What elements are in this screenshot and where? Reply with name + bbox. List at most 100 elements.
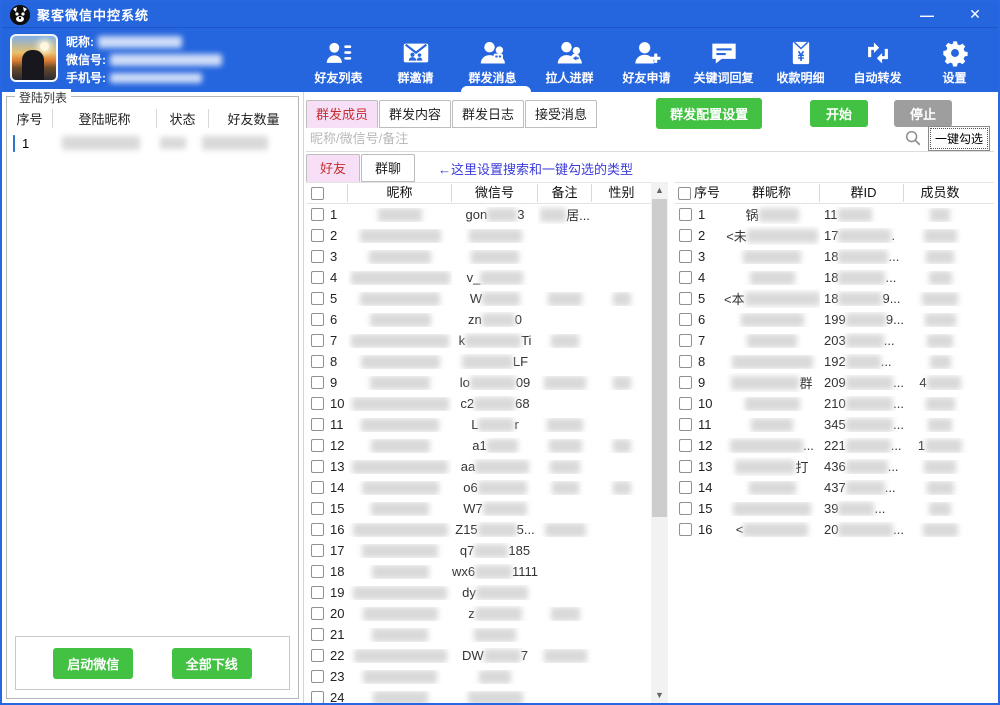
friend-row[interactable]: 3 [306,246,651,267]
row-checkbox[interactable] [311,691,324,703]
toolbar-item-friend-request[interactable]: 好友申请 [608,35,685,86]
row-checkbox[interactable] [311,523,324,536]
friend-row[interactable]: 9 lo09 [306,372,651,393]
friend-row[interactable]: 5 W [306,288,651,309]
row-checkbox[interactable] [311,313,324,326]
row-checkbox[interactable] [311,502,324,515]
group-row[interactable]: 2 <未 17. [674,225,994,246]
friend-row[interactable]: 10 c268 [306,393,651,414]
all-offline-button[interactable]: 全部下线 [172,648,252,679]
group-row[interactable]: 14 437... [674,477,994,498]
friend-row[interactable]: 14 o6 [306,477,651,498]
friend-row[interactable]: 4 v_ [306,267,651,288]
group-row[interactable]: 12 ... 221... 1 [674,435,994,456]
friends-select-all-checkbox[interactable] [311,187,324,200]
subtab-friends[interactable]: 好友 [306,154,360,182]
row-checkbox[interactable] [679,292,692,305]
login-row[interactable]: 1 [7,131,298,155]
row-checkbox[interactable] [679,418,692,431]
friend-row[interactable]: 1 gon3 居... [306,204,651,225]
close-button[interactable]: ✕ [960,6,990,23]
tab-mass-send-content[interactable]: 群发内容 [379,100,451,128]
row-checkbox[interactable] [679,271,692,284]
tab-mass-send-log[interactable]: 群发日志 [452,100,524,128]
row-checkbox[interactable] [311,292,324,305]
group-row[interactable]: 6 1999... [674,309,994,330]
row-checkbox[interactable] [679,439,692,452]
group-row[interactable]: 15 39... [674,498,994,519]
group-row[interactable]: 11 345... [674,414,994,435]
group-row[interactable]: 3 18... [674,246,994,267]
row-checkbox[interactable] [311,565,324,578]
friend-row[interactable]: 7 kTi [306,330,651,351]
friend-row[interactable]: 18 wx61111 [306,561,651,582]
start-wechat-button[interactable]: 启动微信 [53,648,133,679]
toolbar-item-friends-list[interactable]: 好友列表 [300,35,377,86]
row-checkbox[interactable] [311,376,324,389]
minimize-button[interactable]: — [912,7,942,23]
friend-row[interactable]: 11 Lr [306,414,651,435]
friend-row[interactable]: 8 LF [306,351,651,372]
row-checkbox[interactable] [311,250,324,263]
stop-button[interactable]: 停止 [894,100,952,127]
toolbar-item-keyword-reply[interactable]: 关键词回复 [685,35,762,86]
group-row[interactable]: 13 打 436... [674,456,994,477]
row-checkbox[interactable] [679,355,692,368]
friend-row[interactable]: 23 [306,666,651,687]
row-checkbox[interactable] [311,586,324,599]
row-checkbox[interactable] [679,502,692,515]
row-checkbox[interactable] [311,397,324,410]
toolbar-item-mass-message[interactable]: 群发消息 [454,35,531,86]
friend-row[interactable]: 17 q7185 [306,540,651,561]
friends-scrollbar[interactable]: ▲ ▼ [651,182,668,703]
group-row[interactable]: 5 <本 189... [674,288,994,309]
friend-row[interactable]: 16 Z155... [306,519,651,540]
scrollbar-thumb[interactable] [652,199,667,517]
row-checkbox[interactable] [311,229,324,242]
toolbar-item-auto-forward[interactable]: 自动转发 [839,35,916,86]
row-checkbox[interactable] [679,460,692,473]
row-checkbox[interactable] [679,481,692,494]
search-icon[interactable] [904,129,922,147]
row-checkbox[interactable] [311,607,324,620]
row-checkbox[interactable] [311,544,324,557]
friend-row[interactable]: 24 [306,687,651,703]
scroll-down-icon[interactable]: ▼ [651,687,668,703]
row-checkbox[interactable] [679,208,692,221]
group-row[interactable]: 4 18... [674,267,994,288]
friend-row[interactable]: 22 DW7 [306,645,651,666]
group-row[interactable]: 9 群 209... 4 [674,372,994,393]
check-all-button[interactable]: 一键勾选 [928,126,990,151]
friend-row[interactable]: 15 W7 [306,498,651,519]
scroll-up-icon[interactable]: ▲ [651,182,668,198]
friend-row[interactable]: 13 aa [306,456,651,477]
row-checkbox[interactable] [311,481,324,494]
group-row[interactable]: 16 < 20... [674,519,994,540]
row-checkbox[interactable] [679,250,692,263]
row-checkbox[interactable] [311,208,324,221]
search-input[interactable] [306,131,898,146]
group-row[interactable]: 8 192... [674,351,994,372]
subtab-groups[interactable]: 群聊 [361,154,415,182]
friend-row[interactable]: 20 z [306,603,651,624]
group-row[interactable]: 7 203... [674,330,994,351]
group-row[interactable]: 1 锅 11 [674,204,994,225]
friend-row[interactable]: 19 dy [306,582,651,603]
friend-row[interactable]: 6 zn0 [306,309,651,330]
login-row-checkbox[interactable] [13,135,15,152]
tab-mass-send-members[interactable]: 群发成员 [306,100,378,128]
row-checkbox[interactable] [679,229,692,242]
row-checkbox[interactable] [311,460,324,473]
row-checkbox[interactable] [311,355,324,368]
row-checkbox[interactable] [311,271,324,284]
toolbar-item-payment-details[interactable]: 收款明细 [762,35,839,86]
row-checkbox[interactable] [679,397,692,410]
row-checkbox[interactable] [679,313,692,326]
row-checkbox[interactable] [679,334,692,347]
toolbar-item-settings[interactable]: 设置 [916,35,993,86]
start-button[interactable]: 开始 [810,100,868,127]
toolbar-item-group-invite[interactable]: 群邀请 [377,35,454,86]
row-checkbox[interactable] [679,376,692,389]
row-checkbox[interactable] [311,418,324,431]
friend-row[interactable]: 12 a1 [306,435,651,456]
